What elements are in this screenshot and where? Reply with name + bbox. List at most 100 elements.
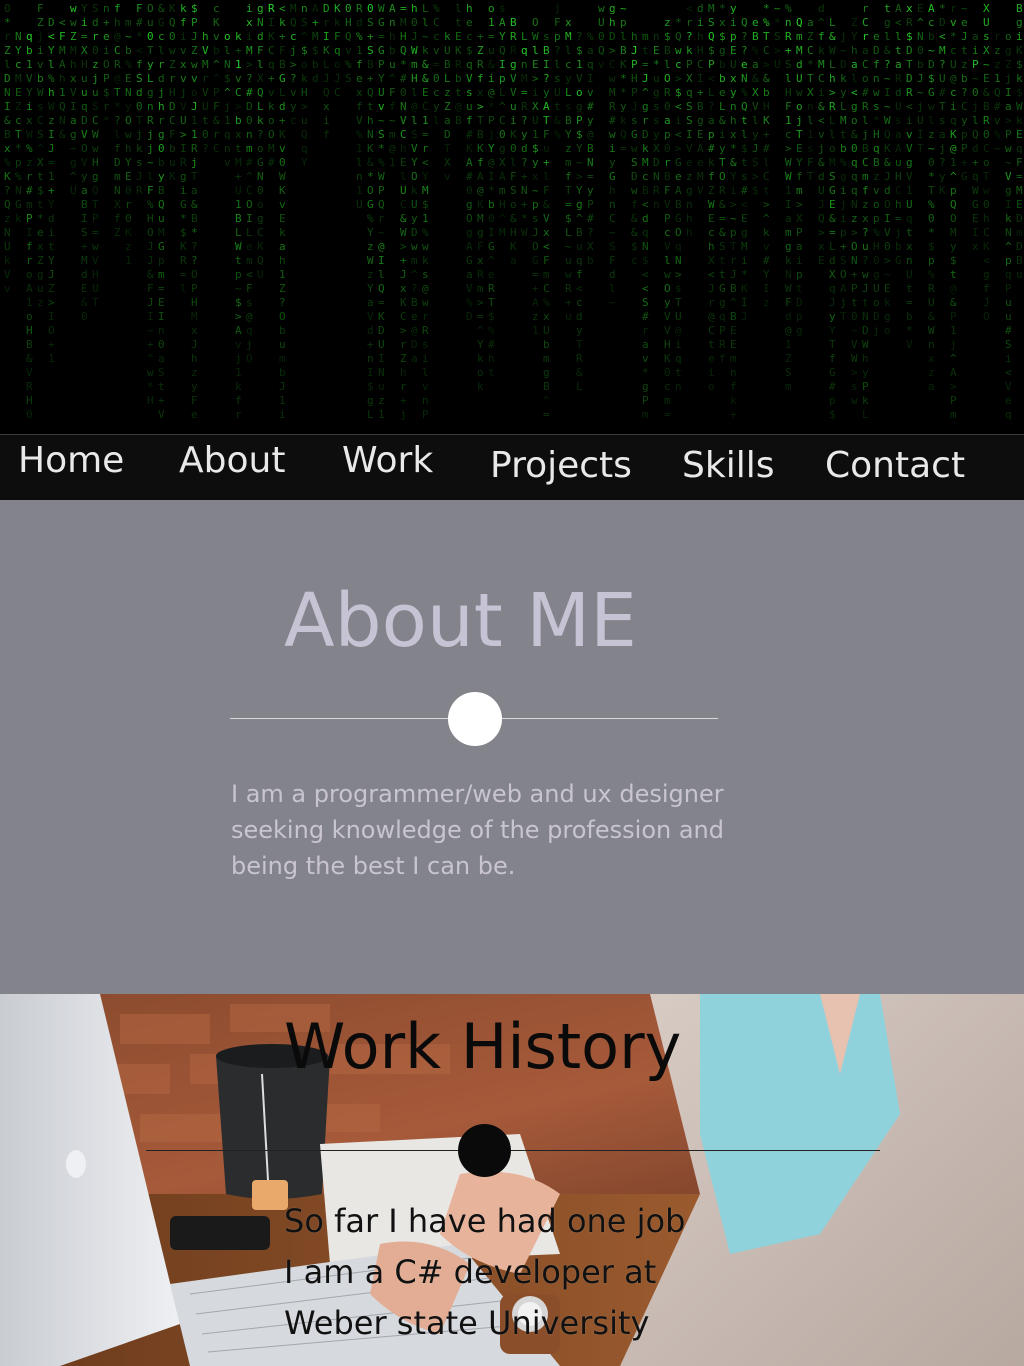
nav-about-link[interactable]: About <box>179 443 285 479</box>
svg-text:W: W <box>972 184 979 197</box>
svg-text:k: k <box>422 254 429 267</box>
svg-text:J: J <box>411 30 418 43</box>
svg-text:U: U <box>532 114 539 127</box>
svg-text:U: U <box>554 86 561 99</box>
svg-text:T: T <box>906 58 913 71</box>
svg-text:p: p <box>664 128 671 141</box>
svg-text:u: u <box>158 212 165 225</box>
svg-text:$: $ <box>37 184 44 197</box>
svg-text:=: = <box>642 58 649 71</box>
svg-text:?: ? <box>554 44 561 57</box>
svg-text:I: I <box>268 16 275 29</box>
svg-text:=: = <box>378 30 385 43</box>
svg-text:g: g <box>1005 44 1012 57</box>
svg-text:+: + <box>521 170 528 183</box>
svg-text:n: n <box>928 338 935 351</box>
svg-text:?: ? <box>884 58 891 71</box>
svg-text:Y: Y <box>48 44 55 57</box>
svg-text:J: J <box>631 100 638 113</box>
nav-projects-link[interactable]: Projects <box>490 448 632 484</box>
svg-text:K: K <box>477 142 484 155</box>
svg-text:g: g <box>37 268 44 281</box>
svg-text:L: L <box>257 100 264 113</box>
svg-text:P: P <box>708 58 715 71</box>
svg-text:R: R <box>664 86 671 99</box>
svg-text:D: D <box>796 296 803 309</box>
svg-text:a: a <box>807 16 814 29</box>
svg-text:D: D <box>609 30 616 43</box>
svg-text:I: I <box>367 366 374 379</box>
svg-text:0: 0 <box>598 30 605 43</box>
svg-text:R: R <box>180 254 187 267</box>
svg-text:E: E <box>279 212 286 225</box>
svg-text:i: i <box>818 86 825 99</box>
svg-text:<: < <box>59 16 66 29</box>
svg-text:X: X <box>257 72 264 85</box>
svg-text:g: g <box>653 86 660 99</box>
svg-text:t: t <box>741 156 748 169</box>
svg-text:i: i <box>697 16 704 29</box>
svg-text:K: K <box>510 128 517 141</box>
svg-text:d: d <box>895 86 902 99</box>
svg-text:$: $ <box>642 254 649 267</box>
svg-text:q: q <box>972 170 979 183</box>
svg-text:?: ? <box>246 72 253 85</box>
nav-home-link[interactable]: Home <box>18 443 124 479</box>
svg-text:@: @ <box>488 86 495 99</box>
svg-text:i: i <box>840 184 847 197</box>
svg-text:O: O <box>719 170 726 183</box>
svg-text:#: # <box>26 184 33 197</box>
svg-text:p: p <box>532 198 539 211</box>
svg-text:%: % <box>378 156 385 169</box>
svg-text:&: & <box>818 156 825 169</box>
svg-text:C: C <box>334 86 341 99</box>
svg-text:a: a <box>367 296 374 309</box>
svg-text:z: z <box>367 268 374 281</box>
svg-text:x: x <box>532 170 539 183</box>
svg-text:G: G <box>257 156 264 169</box>
nav-contact-link[interactable]: Contact <box>825 448 965 484</box>
svg-text:L: L <box>521 30 528 43</box>
svg-text:#: # <box>1005 324 1012 337</box>
svg-text:e: e <box>961 16 968 29</box>
svg-text:S: S <box>411 128 418 141</box>
svg-text:K: K <box>510 240 517 253</box>
svg-text:N: N <box>15 30 22 43</box>
svg-text:i: i <box>103 44 110 57</box>
svg-text:g: g <box>884 310 891 323</box>
svg-text:U: U <box>400 184 407 197</box>
work-history-line: So far I have had one job <box>284 1202 686 1240</box>
svg-text:i: i <box>906 114 913 127</box>
svg-text:T: T <box>543 114 550 127</box>
svg-text:K: K <box>939 184 946 197</box>
svg-text:0: 0 <box>367 2 374 15</box>
svg-text:z: z <box>191 366 198 379</box>
svg-text:x: x <box>400 282 407 295</box>
svg-text:j: j <box>554 2 561 15</box>
nav-skills-link[interactable]: Skills <box>682 448 774 484</box>
svg-text:y: y <box>664 296 671 309</box>
svg-text:r: r <box>323 16 330 29</box>
svg-text:A: A <box>26 282 33 295</box>
svg-text:w: w <box>422 240 429 253</box>
svg-text:l: l <box>422 16 429 29</box>
nav-work-link[interactable]: Work <box>342 443 433 479</box>
svg-text:J: J <box>708 282 715 295</box>
svg-text:&: & <box>543 198 550 211</box>
svg-text:@: @ <box>411 324 418 337</box>
svg-text:%: % <box>345 58 352 71</box>
svg-text:0: 0 <box>884 240 891 253</box>
svg-text:k: k <box>818 44 825 57</box>
svg-text:a: a <box>939 128 946 141</box>
svg-text:e: e <box>741 58 748 71</box>
svg-text:H: H <box>169 86 176 99</box>
svg-text:x: x <box>818 240 825 253</box>
svg-text:y: y <box>961 114 968 127</box>
svg-text:<: < <box>708 72 715 85</box>
svg-text:B: B <box>664 170 671 183</box>
svg-text:#: # <box>763 254 770 267</box>
svg-text:S: S <box>631 156 638 169</box>
svg-text:q: q <box>81 100 88 113</box>
svg-text:J: J <box>48 268 55 281</box>
svg-text:N: N <box>125 86 132 99</box>
